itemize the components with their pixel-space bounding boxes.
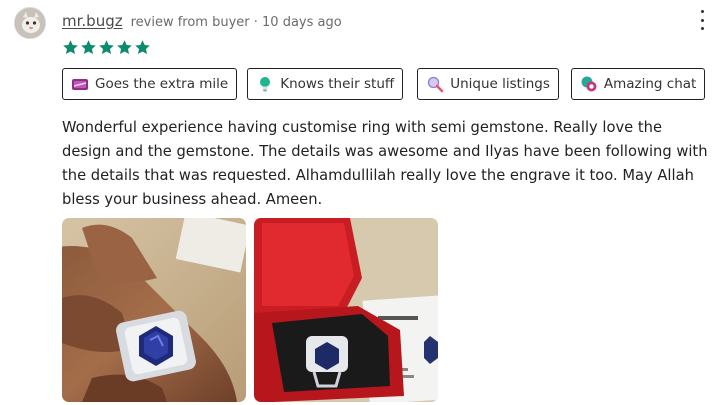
tag-label: Amazing chat xyxy=(603,76,697,92)
review-text: Wonderful experience having customise ri… xyxy=(62,119,708,208)
username-link[interactable]: mr.bugz xyxy=(62,12,123,30)
star-rating xyxy=(62,39,151,56)
gift-card-icon xyxy=(72,79,88,90)
star-icon xyxy=(63,40,78,55)
more-dot-icon xyxy=(700,27,704,30)
review-meta: review from buyer · 10 days ago xyxy=(130,15,342,30)
review-header: mr.bugz review from buyer · 10 days ago xyxy=(62,12,342,30)
more-options-button[interactable] xyxy=(699,10,705,30)
star-icon xyxy=(135,40,150,55)
review-photo-ring-in-box[interactable] xyxy=(254,218,438,402)
star-icon xyxy=(117,40,132,55)
review-photo-ring-on-hand[interactable] xyxy=(62,218,246,402)
tag-label: Goes the extra mile xyxy=(95,76,229,92)
more-dot-icon xyxy=(700,18,704,22)
tag-goes-the-extra-mile[interactable]: Goes the extra mile xyxy=(62,68,238,100)
ring-in-red-box-photo xyxy=(254,218,438,402)
review-tags: Goes the extra mile Knows their stuff Un… xyxy=(62,68,706,100)
chat-bubbles-icon xyxy=(581,76,597,92)
user-avatar-image xyxy=(15,8,45,38)
tag-knows-their-stuff[interactable]: Knows their stuff xyxy=(247,68,404,100)
more-dot-icon xyxy=(700,10,704,13)
star-icon xyxy=(81,40,96,55)
lightbulb-icon xyxy=(260,77,271,92)
tag-label: Knows their stuff xyxy=(280,76,395,92)
avatar[interactable] xyxy=(14,7,46,39)
ring-on-hand-photo xyxy=(62,218,246,402)
tag-amazing-chat[interactable]: Amazing chat xyxy=(570,68,706,100)
tag-label: Unique listings xyxy=(450,76,550,92)
star-icon xyxy=(99,40,114,55)
magnifier-icon xyxy=(428,76,444,93)
tag-unique-listings[interactable]: Unique listings xyxy=(417,68,559,100)
